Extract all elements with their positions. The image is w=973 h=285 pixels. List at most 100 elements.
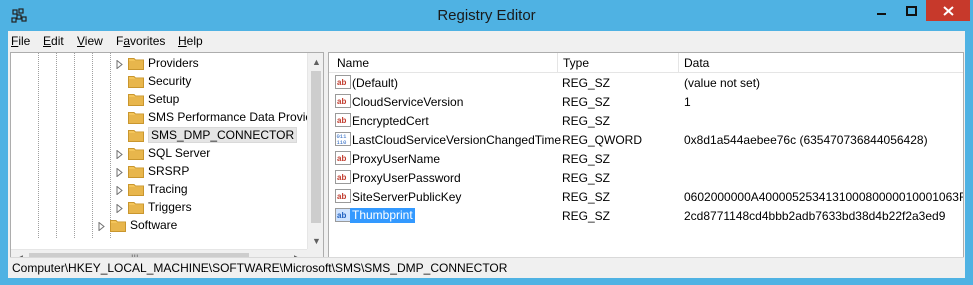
column-divider[interactable] bbox=[557, 53, 558, 72]
value-name: EncryptedCert bbox=[352, 114, 429, 128]
value-type: REG_QWORD bbox=[562, 133, 643, 147]
folder-icon bbox=[128, 56, 144, 70]
string-value-icon: ab bbox=[335, 75, 351, 89]
value-name: LastCloudServiceVersionChangedTime bbox=[352, 133, 562, 147]
svg-text:ab: ab bbox=[337, 116, 346, 125]
tree-item-label: SQL Server bbox=[148, 146, 211, 160]
menu-bar: File Edit View Favorites Help bbox=[8, 31, 965, 51]
close-button[interactable] bbox=[926, 0, 970, 21]
value-type: REG_SZ bbox=[562, 190, 611, 204]
value-row[interactable]: 011 110 LastCloudServiceVersionChangedTime… bbox=[329, 130, 963, 149]
tree-item[interactable]: SQL Server bbox=[11, 144, 311, 162]
tree-vertical-scrollbar[interactable]: ▲ ▼ bbox=[307, 53, 323, 249]
string-value-icon: ab bbox=[335, 170, 351, 184]
maximize-button[interactable] bbox=[898, 0, 925, 21]
status-bar: Computer\HKEY_LOCAL_MACHINE\SOFTWARE\Mic… bbox=[10, 257, 964, 278]
value-type: REG_SZ bbox=[562, 209, 611, 223]
folder-icon bbox=[128, 182, 144, 196]
values-list-pane[interactable]: Name Type Data ab (Default) REG_SZ (value n… bbox=[328, 52, 964, 268]
tree-item[interactable]: Triggers bbox=[11, 198, 311, 216]
value-data: 0x8d1a544aebee76c (635470736844056428) bbox=[684, 133, 928, 147]
value-name: Thumbprint bbox=[350, 208, 415, 223]
tree-item[interactable]: Software bbox=[11, 216, 311, 234]
tree-item[interactable]: Providers bbox=[11, 54, 311, 72]
values-header: Name Type Data bbox=[329, 53, 963, 73]
value-type: REG_SZ bbox=[562, 76, 611, 90]
tree-item-label: SMS Performance Data Provic bbox=[148, 110, 312, 124]
value-row[interactable]: ab Thumbprint REG_SZ 2cd8771148cd4bbb2adb76… bbox=[329, 206, 963, 225]
value-row[interactable]: ab ProxyUserPassword REG_SZ bbox=[329, 168, 963, 187]
folder-icon bbox=[128, 164, 144, 178]
value-row[interactable]: ab EncryptedCert REG_SZ bbox=[329, 111, 963, 130]
menu-edit[interactable]: Edit bbox=[43, 34, 64, 48]
menu-help[interactable]: Help bbox=[178, 34, 203, 48]
expand-arrow-icon[interactable] bbox=[115, 148, 124, 160]
tree-item[interactable]: SMS Performance Data Provic bbox=[11, 108, 311, 126]
vertical-scroll-thumb[interactable] bbox=[311, 71, 321, 223]
column-header-type[interactable]: Type bbox=[563, 56, 589, 70]
expand-arrow-icon[interactable] bbox=[115, 58, 124, 70]
svg-text:ab: ab bbox=[337, 192, 346, 201]
value-name: SiteServerPublicKey bbox=[352, 190, 462, 204]
folder-icon bbox=[128, 92, 144, 106]
close-icon bbox=[942, 5, 954, 16]
value-type: REG_SZ bbox=[562, 152, 611, 166]
tree-item[interactable]: SRSRP bbox=[11, 162, 311, 180]
value-data: (value not set) bbox=[684, 76, 761, 90]
tree-item-label: SRSRP bbox=[148, 164, 190, 178]
svg-text:ab: ab bbox=[337, 97, 346, 106]
tree-item[interactable]: Setup bbox=[11, 90, 311, 108]
value-name: CloudServiceVersion bbox=[352, 95, 464, 109]
value-type: REG_SZ bbox=[562, 95, 611, 109]
value-row[interactable]: ab SiteServerPublicKey REG_SZ 0602000000A40… bbox=[329, 187, 963, 206]
tree-item[interactable]: Tracing bbox=[11, 180, 311, 198]
client-area: File Edit View Favorites Help Providers Secur… bbox=[8, 31, 965, 278]
value-data: 1 bbox=[684, 95, 691, 109]
svg-text:ab: ab bbox=[337, 78, 346, 87]
window-title: Registry Editor bbox=[437, 7, 536, 24]
key-tree-pane[interactable]: Providers Security Setup SMS Performance Da… bbox=[10, 52, 324, 268]
value-name: (Default) bbox=[352, 76, 399, 90]
string-value-icon: ab bbox=[335, 113, 351, 127]
value-data: 2cd8771148cd4bbb2adb7633bd38d4b22f2a3ed9 bbox=[684, 209, 946, 223]
maximize-icon bbox=[906, 5, 917, 16]
tree-item-label: Security bbox=[148, 74, 192, 88]
expand-arrow-icon[interactable] bbox=[115, 166, 124, 178]
svg-text:ab: ab bbox=[337, 154, 346, 163]
scroll-down-arrow[interactable]: ▼ bbox=[308, 232, 323, 249]
column-header-name[interactable]: Name bbox=[337, 56, 369, 70]
string-value-icon: ab bbox=[335, 189, 351, 203]
tree-item-label: Triggers bbox=[148, 200, 192, 214]
menu-file[interactable]: File bbox=[11, 34, 30, 48]
string-value-icon: ab bbox=[335, 208, 351, 222]
registry-editor-window: Registry Editor File Edit View Favorites Hel… bbox=[0, 0, 973, 285]
value-type: REG_SZ bbox=[562, 171, 611, 185]
tree-item-label: SMS_DMP_CONNECTOR bbox=[148, 127, 298, 143]
svg-text:ab: ab bbox=[337, 211, 346, 220]
tree-item[interactable]: Security bbox=[11, 72, 311, 90]
menu-view[interactable]: View bbox=[77, 34, 103, 48]
value-row[interactable]: ab ProxyUserName REG_SZ bbox=[329, 149, 963, 168]
expand-arrow-icon[interactable] bbox=[115, 184, 124, 196]
minimize-button[interactable] bbox=[867, 0, 897, 21]
menu-favorites[interactable]: Favorites bbox=[116, 34, 165, 48]
svg-text:ab: ab bbox=[337, 173, 346, 182]
column-divider[interactable] bbox=[678, 53, 679, 72]
scroll-up-arrow[interactable]: ▲ bbox=[308, 53, 323, 70]
svg-text:110: 110 bbox=[337, 139, 347, 146]
tree-item-label: Providers bbox=[148, 56, 199, 70]
folder-icon bbox=[128, 146, 144, 160]
binary-value-icon: 011 110 bbox=[335, 132, 351, 146]
title-bar[interactable]: Registry Editor bbox=[0, 0, 973, 32]
value-row[interactable]: ab (Default) REG_SZ (value not set) bbox=[329, 73, 963, 92]
expand-arrow-icon[interactable] bbox=[115, 202, 124, 214]
value-row[interactable]: ab CloudServiceVersion REG_SZ 1 bbox=[329, 92, 963, 111]
column-header-data[interactable]: Data bbox=[684, 56, 709, 70]
tree-item-label: Setup bbox=[148, 92, 180, 106]
string-value-icon: ab bbox=[335, 151, 351, 165]
tree-item[interactable]: SMS_DMP_CONNECTOR bbox=[11, 126, 311, 144]
current-key-path: Computer\HKEY_LOCAL_MACHINE\SOFTWARE\Mic… bbox=[12, 261, 508, 275]
minimize-icon bbox=[877, 12, 886, 15]
expand-arrow-icon[interactable] bbox=[97, 220, 106, 232]
folder-icon bbox=[128, 200, 144, 214]
